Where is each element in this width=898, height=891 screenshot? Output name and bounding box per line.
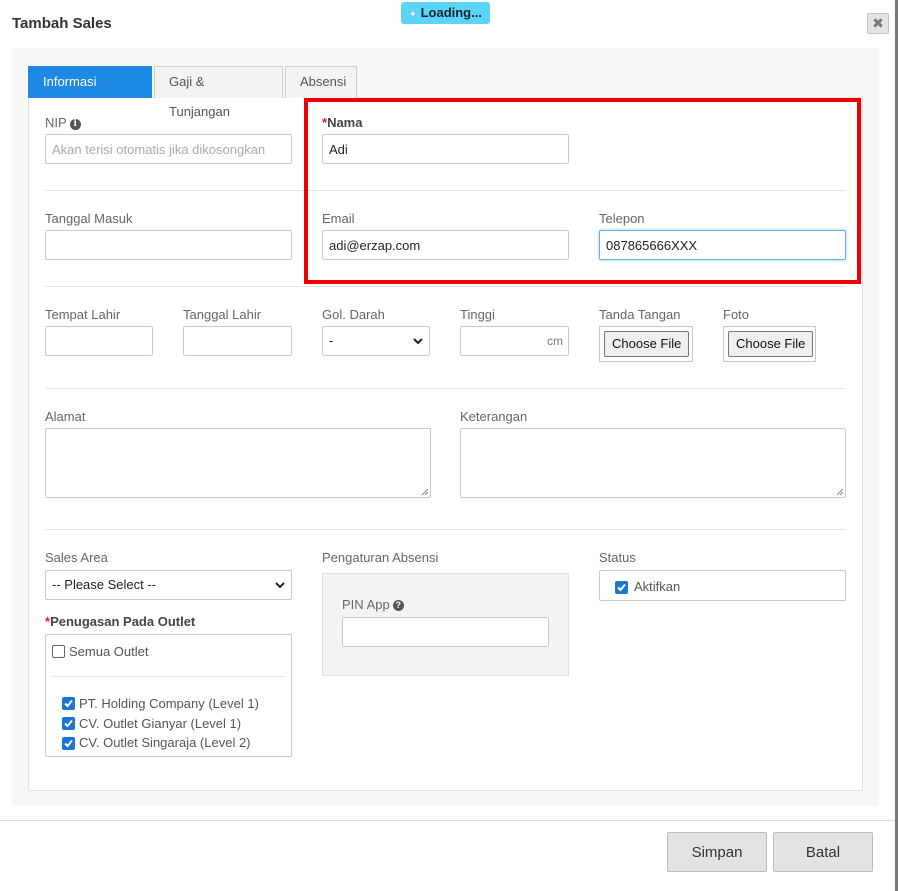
pin-app-input[interactable] bbox=[342, 617, 549, 647]
alamat-textarea[interactable] bbox=[45, 428, 431, 498]
highlight-box bbox=[304, 98, 861, 284]
divider bbox=[45, 529, 846, 530]
semua-outlet-label[interactable]: Semua Outlet bbox=[69, 644, 149, 659]
tanda-tangan-label: Tanda Tangan bbox=[599, 307, 681, 322]
nip-label-text: NIP bbox=[45, 115, 67, 130]
tab-absensi[interactable]: Absensi bbox=[285, 66, 357, 98]
outlet-checkbox[interactable] bbox=[62, 697, 75, 710]
tanda-tangan-file: Choose File bbox=[599, 326, 693, 362]
status-label: Status bbox=[599, 550, 636, 565]
nip-input[interactable] bbox=[45, 134, 292, 164]
divider bbox=[52, 676, 285, 677]
sales-area-label: Sales Area bbox=[45, 550, 108, 565]
foto-file: Choose File bbox=[723, 326, 816, 362]
aktifkan-checkbox[interactable] bbox=[615, 581, 628, 594]
chevron-down-icon bbox=[275, 582, 285, 589]
outlet-checkbox[interactable] bbox=[62, 717, 75, 730]
foto-label: Foto bbox=[723, 307, 750, 322]
outlet-label[interactable]: CV. Outlet Gianyar (Level 1) bbox=[79, 716, 241, 731]
pin-app-label-text: PIN App bbox=[342, 597, 390, 612]
dialog-title: Tambah Sales bbox=[12, 15, 112, 32]
penugasan-label-text: Penugasan Pada Outlet bbox=[50, 614, 196, 629]
sales-area-select[interactable]: -- Please Select -- bbox=[45, 570, 292, 600]
tanggal-lahir-input[interactable] bbox=[183, 326, 292, 356]
keterangan-label: Keterangan bbox=[460, 409, 528, 424]
tanggal-masuk-label: Tanggal Masuk bbox=[45, 211, 133, 226]
pin-app-label: PIN App? bbox=[342, 597, 404, 612]
keterangan-textarea[interactable] bbox=[460, 428, 846, 498]
tab-informasi-umum[interactable]: Informasi Umum bbox=[28, 66, 152, 119]
save-button[interactable]: Simpan bbox=[667, 832, 767, 872]
aktifkan-label[interactable]: Aktifkan bbox=[634, 579, 680, 594]
nip-label: NIP i bbox=[45, 115, 81, 130]
loading-indicator: ✦ Loading... bbox=[401, 2, 490, 24]
tab-gaji-tunjangan[interactable]: Gaji & Tunjangan bbox=[154, 66, 283, 119]
outlet-label[interactable]: CV. Outlet Singaraja (Level 2) bbox=[79, 735, 251, 750]
foto-choose-file-button[interactable]: Choose File bbox=[728, 331, 814, 357]
check-icon bbox=[64, 719, 73, 728]
info-icon[interactable]: i bbox=[69, 119, 81, 130]
chevron-down-icon bbox=[413, 338, 423, 345]
check-icon bbox=[64, 739, 73, 748]
alamat-label: Alamat bbox=[45, 409, 86, 424]
tempat-lahir-input[interactable] bbox=[45, 326, 153, 356]
tinggi-label: Tinggi bbox=[460, 307, 495, 322]
tanggal-lahir-label: Tanggal Lahir bbox=[183, 307, 262, 322]
sales-area-value: -- Please Select -- bbox=[52, 577, 157, 592]
cancel-button[interactable]: Batal bbox=[773, 832, 873, 872]
footer-divider bbox=[0, 820, 895, 821]
pengaturan-absensi-label: Pengaturan Absensi bbox=[322, 550, 439, 565]
spinner-icon: ✦ bbox=[409, 9, 417, 19]
check-icon bbox=[617, 583, 626, 592]
gol-darah-label: Gol. Darah bbox=[322, 307, 385, 322]
question-icon[interactable]: ? bbox=[392, 600, 404, 611]
penugasan-label: *Penugasan Pada Outlet bbox=[45, 614, 195, 629]
tanggal-masuk-input[interactable] bbox=[45, 230, 292, 260]
outlet-label[interactable]: PT. Holding Company (Level 1) bbox=[79, 696, 259, 711]
divider bbox=[45, 286, 846, 287]
divider bbox=[45, 388, 846, 389]
tanda-tangan-choose-file-button[interactable]: Choose File bbox=[604, 331, 690, 357]
gol-darah-value: - bbox=[329, 333, 334, 348]
loading-text: Loading... bbox=[420, 5, 482, 20]
close-icon[interactable]: ✖ bbox=[867, 13, 889, 34]
semua-outlet-checkbox[interactable] bbox=[52, 645, 65, 658]
outlet-checkbox[interactable] bbox=[62, 737, 75, 750]
gol-darah-select[interactable]: - bbox=[322, 326, 430, 356]
tempat-lahir-label: Tempat Lahir bbox=[45, 307, 121, 322]
tinggi-unit: cm bbox=[547, 334, 563, 348]
check-icon bbox=[64, 699, 73, 708]
